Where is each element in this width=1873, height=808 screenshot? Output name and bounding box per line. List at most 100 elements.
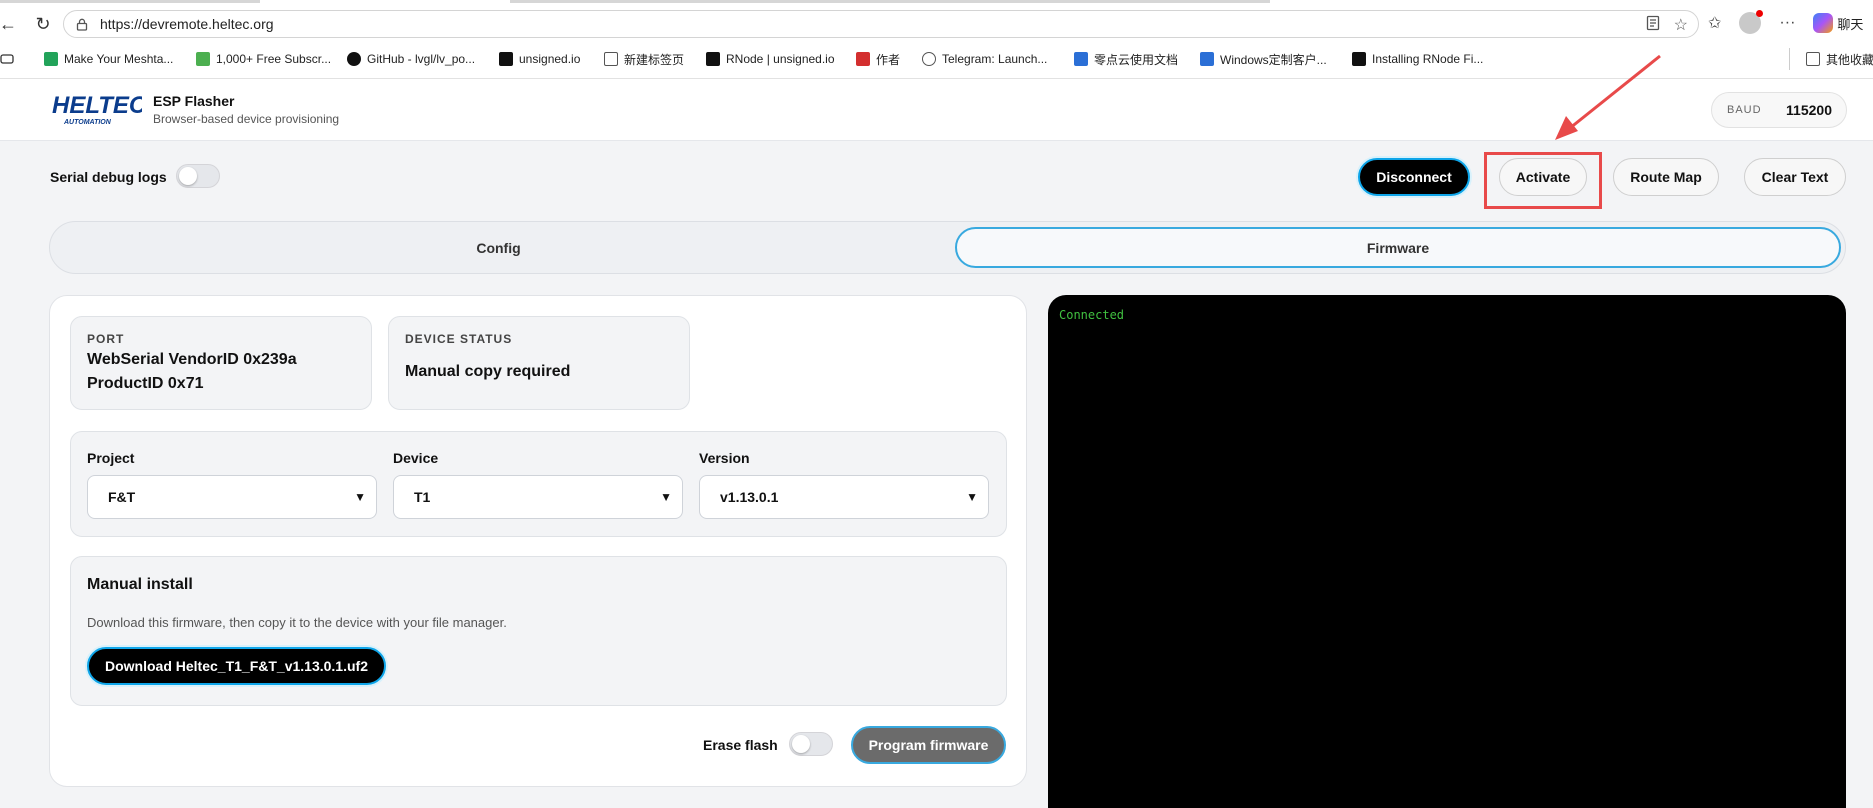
port-line1: WebSerial VendorID 0x239a — [87, 351, 297, 368]
more-menu-icon[interactable]: ··· — [1779, 14, 1795, 32]
copilot-button[interactable]: 聊天 — [1813, 13, 1863, 33]
tab-firmware[interactable]: Firmware — [955, 227, 1841, 268]
bookmark-label: Windows定制客户... — [1220, 52, 1327, 67]
unsigned-icon — [706, 52, 720, 66]
pdf-icon — [856, 52, 870, 66]
bookmark-label: Telegram: Launch... — [942, 52, 1048, 66]
device-status-value: Manual copy required — [405, 363, 571, 380]
copilot-label: 聊天 — [1837, 16, 1864, 32]
svg-text:AUTOMATION: AUTOMATION — [63, 119, 112, 126]
px-icon — [196, 52, 210, 66]
chevron-down-icon: ▼ — [660, 490, 672, 504]
reader-mode-icon[interactable] — [1646, 15, 1660, 36]
bookmark-item[interactable]: 作者 — [856, 48, 900, 70]
bookmarks-menu-icon[interactable] — [0, 48, 14, 70]
baud-label: BAUD — [1727, 104, 1762, 116]
back-icon[interactable]: ← — [0, 12, 20, 36]
device-select[interactable]: T1 ▼ — [393, 475, 683, 519]
bookmark-label: 新建标签页 — [624, 52, 685, 67]
device-value: T1 — [414, 489, 431, 505]
erase-flash-toggle[interactable] — [789, 732, 833, 756]
port-card: PORT WebSerial VendorID 0x239a ProductID… — [70, 316, 372, 410]
version-select[interactable]: v1.13.0.1 ▼ — [699, 475, 989, 519]
address-bar[interactable]: https://devremote.heltec.org ☆ — [63, 10, 1699, 38]
github-icon — [347, 52, 361, 66]
version-value: v1.13.0.1 — [720, 489, 779, 505]
tab-config[interactable]: Config — [55, 227, 942, 268]
bookmark-item[interactable]: GitHub - lvgl/lv_po... — [347, 48, 475, 70]
selector-card: Project F&T ▼ Device T1 ▼ Version v1.13.… — [70, 431, 1007, 537]
device-label: Device — [393, 450, 439, 466]
baud-value: 115200 — [1786, 102, 1832, 118]
bookmark-item[interactable]: Windows定制客户... — [1200, 48, 1327, 70]
baud-selector[interactable]: BAUD 115200 — [1711, 92, 1847, 128]
folder-icon — [1806, 52, 1820, 66]
device-status-card: DEVICE STATUS Manual copy required — [388, 316, 690, 410]
profile-avatar[interactable] — [1739, 10, 1764, 34]
bookmarks-bar: Make Your Meshta... 1,000+ Free Subscr..… — [0, 48, 1873, 70]
copilot-icon — [1813, 13, 1834, 33]
bookmark-item[interactable]: Installing RNode Fi... — [1352, 48, 1483, 70]
heltec-logo: HELTEC AUTOMATION — [52, 92, 142, 126]
bookmark-item[interactable]: RNode | unsigned.io — [706, 48, 835, 70]
bookmark-item[interactable]: unsigned.io — [499, 48, 580, 70]
favorite-star-icon[interactable]: ☆ — [1674, 15, 1688, 36]
manual-install-description: Download this firmware, then copy it to … — [87, 615, 507, 630]
project-value: F&T — [108, 489, 136, 505]
app-header: HELTEC AUTOMATION ESP Flasher Browser-ba… — [0, 79, 1873, 141]
project-label: Project — [87, 450, 135, 466]
erase-flash-label: Erase flash — [703, 737, 778, 753]
serial-terminal[interactable]: Connected — [1048, 295, 1846, 808]
port-caption: PORT — [87, 332, 125, 346]
bookmark-item[interactable]: 零点云使用文档 — [1074, 48, 1178, 70]
manual-install-card: Manual install Download this firmware, t… — [70, 556, 1007, 706]
bookmark-label: Make Your Meshta... — [64, 52, 174, 66]
chevron-down-icon: ▼ — [966, 490, 978, 504]
doc-icon — [1074, 52, 1088, 66]
bookmark-label: RNode | unsigned.io — [726, 52, 835, 66]
svg-text:HELTEC: HELTEC — [52, 92, 142, 119]
route-map-button[interactable]: Route Map — [1613, 158, 1719, 196]
lock-icon[interactable] — [74, 16, 90, 32]
doc-icon — [1200, 52, 1214, 66]
disconnect-button[interactable]: Disconnect — [1358, 158, 1470, 196]
port-line2: ProductID 0x71 — [87, 375, 204, 392]
other-bookmarks[interactable]: 其他收藏夹 — [1789, 48, 1873, 70]
manual-install-title: Manual install — [87, 576, 193, 593]
unsigned-icon — [1352, 52, 1366, 66]
newtab-icon — [604, 52, 618, 66]
bookmark-label: 零点云使用文档 — [1094, 52, 1179, 67]
app-subtitle: Browser-based device provisioning — [153, 112, 340, 126]
clear-text-button[interactable]: Clear Text — [1744, 158, 1846, 196]
serial-debug-toggle[interactable] — [176, 164, 220, 188]
url-text: https://devremote.heltec.org — [100, 16, 274, 32]
bookmark-item[interactable]: Telegram: Launch... — [922, 48, 1047, 70]
app-title: ESP Flasher — [153, 93, 235, 109]
globe-icon — [922, 52, 936, 66]
tab-strip — [0, 0, 1873, 3]
bookmark-item[interactable]: Make Your Meshta... — [44, 48, 173, 70]
chevron-down-icon: ▼ — [354, 490, 366, 504]
bookmark-label: 1,000+ Free Subscr... — [216, 52, 332, 66]
firmware-panel: PORT WebSerial VendorID 0x239a ProductID… — [49, 295, 1027, 787]
version-label: Version — [699, 450, 750, 466]
terminal-line: Connected — [1059, 308, 1125, 322]
device-status-caption: DEVICE STATUS — [405, 332, 513, 346]
download-firmware-button[interactable]: Download Heltec_T1_F&T_v1.13.0.1.uf2 — [87, 647, 386, 685]
bookmark-item[interactable]: 1,000+ Free Subscr... — [196, 48, 331, 70]
bookmark-label: unsigned.io — [519, 52, 581, 66]
refresh-icon[interactable]: ↻ — [31, 12, 55, 36]
bookmark-item[interactable]: 新建标签页 — [604, 48, 684, 70]
bookmark-label: Installing RNode Fi... — [1372, 52, 1484, 66]
annotation-highlight-box — [1484, 152, 1602, 209]
project-select[interactable]: F&T ▼ — [87, 475, 377, 519]
unsigned-icon — [499, 52, 513, 66]
browser-toolbar: ← ↻ https://devremote.heltec.org ☆ ✩ ···… — [0, 0, 1873, 79]
serial-debug-label: Serial debug logs — [50, 169, 167, 185]
favorites-icon[interactable]: ✩ — [1708, 13, 1721, 33]
bookmark-label: 作者 — [876, 52, 901, 67]
other-bookmarks-label: 其他收藏夹 — [1826, 52, 1873, 67]
tab-bar: Config Firmware — [49, 221, 1846, 274]
program-firmware-button[interactable]: Program firmware — [851, 726, 1006, 764]
bookmark-label: GitHub - lvgl/lv_po... — [367, 52, 476, 66]
